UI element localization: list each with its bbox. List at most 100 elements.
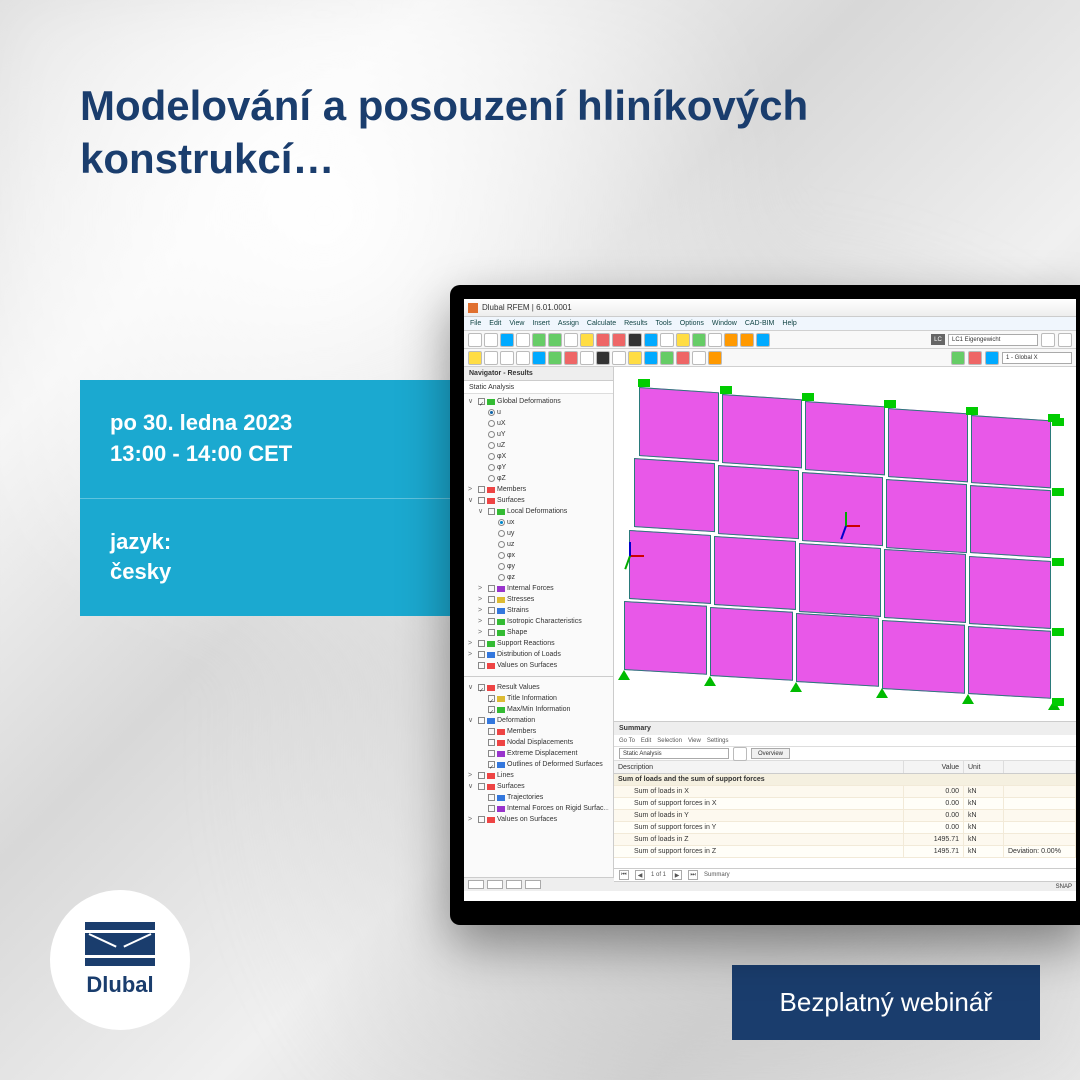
- loadcase-combo[interactable]: LC1 Eigengewicht: [948, 334, 1038, 346]
- global-axis-combo[interactable]: 1 - Global X: [1002, 352, 1072, 364]
- tool-redo-icon[interactable]: [548, 333, 562, 347]
- table-row[interactable]: Sum of loads in Y 0.00 kN: [614, 810, 1076, 822]
- table-row[interactable]: Sum of support forces in X 0.00 kN: [614, 798, 1076, 810]
- menu-options[interactable]: Options: [680, 320, 704, 327]
- surface-panel[interactable]: [722, 394, 802, 468]
- tree-item[interactable]: >Members: [468, 484, 609, 495]
- tree-item[interactable]: φz: [468, 572, 609, 583]
- table-row[interactable]: Sum of support forces in Y 0.00 kN: [614, 822, 1076, 834]
- tree-item[interactable]: uZ: [468, 440, 609, 451]
- menu-help[interactable]: Help: [782, 320, 796, 327]
- tree-item[interactable]: Extreme Displacement: [468, 748, 609, 759]
- surface-panel[interactable]: [805, 401, 885, 475]
- tool-open-icon[interactable]: [484, 333, 498, 347]
- tool2-rotate-icon[interactable]: [500, 351, 514, 365]
- tool-member-icon[interactable]: [628, 333, 642, 347]
- tool-line-icon[interactable]: [612, 333, 626, 347]
- radio-icon[interactable]: [488, 442, 495, 449]
- checkbox-icon[interactable]: [478, 772, 485, 779]
- tree-item[interactable]: Nodal Displacements: [468, 737, 609, 748]
- axis-y-icon[interactable]: [968, 351, 982, 365]
- results-tree-bottom[interactable]: ∨Result ValuesTitle InformationMax/Min I…: [464, 680, 613, 827]
- table-row[interactable]: Sum of loads in X 0.00 kN: [614, 786, 1076, 798]
- tree-item[interactable]: ∨Deformation: [468, 715, 609, 726]
- summary-table[interactable]: Description Value Unit Sum of loads and …: [614, 761, 1076, 868]
- surface-panel[interactable]: [969, 556, 1051, 629]
- tool2-fit-icon[interactable]: [532, 351, 546, 365]
- tool-support-icon[interactable]: [692, 333, 706, 347]
- surface-panel[interactable]: [886, 479, 967, 553]
- tree-item[interactable]: Values on Surfaces: [468, 660, 609, 671]
- menu-view[interactable]: View: [509, 320, 524, 327]
- surface-panel[interactable]: [796, 613, 879, 687]
- axis-x-icon[interactable]: [951, 351, 965, 365]
- toolbar-secondary[interactable]: 1 - Global X: [464, 349, 1076, 367]
- navigator-panel[interactable]: Navigator - Results Static Analysis ∨Glo…: [464, 367, 614, 891]
- surface-panel[interactable]: [968, 626, 1051, 699]
- summary-menu-goto[interactable]: Go To: [619, 738, 635, 744]
- tool-hinge-icon[interactable]: [708, 333, 722, 347]
- tree-item[interactable]: >Lines: [468, 770, 609, 781]
- radio-icon[interactable]: [488, 453, 495, 460]
- checkbox-icon[interactable]: [488, 739, 495, 746]
- checkbox-icon[interactable]: [478, 497, 485, 504]
- checkbox-icon[interactable]: [488, 728, 495, 735]
- tree-item[interactable]: >Shape: [468, 627, 609, 638]
- navigator-analysis-combo[interactable]: Static Analysis: [464, 381, 613, 394]
- tool-results-icon[interactable]: [756, 333, 770, 347]
- checkbox-icon[interactable]: [478, 486, 485, 493]
- menu-tools[interactable]: Tools: [655, 320, 671, 327]
- tree-item[interactable]: ux: [468, 517, 609, 528]
- checkbox-icon[interactable]: [488, 805, 495, 812]
- nav-tab-results-icon[interactable]: [525, 880, 541, 889]
- tree-item[interactable]: uz: [468, 539, 609, 550]
- summary-tab-overview[interactable]: Overview: [751, 748, 790, 759]
- tree-item[interactable]: ∨Result Values: [468, 682, 609, 693]
- tool2-zoom-icon[interactable]: [516, 351, 530, 365]
- surface-panel[interactable]: [884, 549, 966, 622]
- tree-item[interactable]: uy: [468, 528, 609, 539]
- menu-window[interactable]: Window: [712, 320, 737, 327]
- tree-item[interactable]: uY: [468, 429, 609, 440]
- radio-icon[interactable]: [498, 530, 505, 537]
- checkbox-icon[interactable]: [478, 783, 485, 790]
- checkbox-icon[interactable]: [488, 750, 495, 757]
- tool2-top-icon[interactable]: [692, 351, 706, 365]
- pager-first-icon[interactable]: ⏮: [619, 870, 629, 880]
- summary-refresh-icon[interactable]: [733, 747, 747, 761]
- loadcase-next-icon[interactable]: [1058, 333, 1072, 347]
- menu-calculate[interactable]: Calculate: [587, 320, 616, 327]
- radio-icon[interactable]: [488, 464, 495, 471]
- surface-panel[interactable]: [714, 536, 796, 610]
- summary-menu-edit[interactable]: Edit: [641, 738, 651, 744]
- tool2-filter-icon[interactable]: [708, 351, 722, 365]
- tool2-wireframe-icon[interactable]: [612, 351, 626, 365]
- tool-node-icon[interactable]: [596, 333, 610, 347]
- tree-item[interactable]: ∨Surfaces: [468, 781, 609, 792]
- checkbox-icon[interactable]: [478, 640, 485, 647]
- tool2-snap-icon[interactable]: [564, 351, 578, 365]
- surface-panel[interactable]: [710, 607, 793, 681]
- tree-item[interactable]: ∨Local Deformations: [468, 506, 609, 517]
- tree-item[interactable]: Members: [468, 726, 609, 737]
- tree-item[interactable]: φY: [468, 462, 609, 473]
- tool-surface-icon[interactable]: [644, 333, 658, 347]
- menu-file[interactable]: File: [470, 320, 481, 327]
- tool-load-icon[interactable]: [724, 333, 738, 347]
- tree-item[interactable]: ∨Global Deformations: [468, 396, 609, 407]
- radio-icon[interactable]: [488, 420, 495, 427]
- tree-item[interactable]: ∨Surfaces: [468, 495, 609, 506]
- radio-icon[interactable]: [498, 552, 505, 559]
- tree-item[interactable]: >Values on Surfaces: [468, 814, 609, 825]
- tool-lib-icon[interactable]: [580, 333, 594, 347]
- tool-opening-icon[interactable]: [676, 333, 690, 347]
- surface-panel[interactable]: [718, 465, 799, 539]
- checkbox-icon[interactable]: [478, 662, 485, 669]
- checkbox-icon[interactable]: [478, 651, 485, 658]
- menubar[interactable]: File Edit View Insert Assign Calculate R…: [464, 317, 1076, 331]
- nav-tab-views-icon[interactable]: [506, 880, 522, 889]
- results-tree-top[interactable]: ∨Global DeformationsuuXuYuZφXφYφZ>Member…: [464, 394, 613, 673]
- tool2-colors-icon[interactable]: [628, 351, 642, 365]
- nav-tab-display-icon[interactable]: [487, 880, 503, 889]
- tool2-render-icon[interactable]: [596, 351, 610, 365]
